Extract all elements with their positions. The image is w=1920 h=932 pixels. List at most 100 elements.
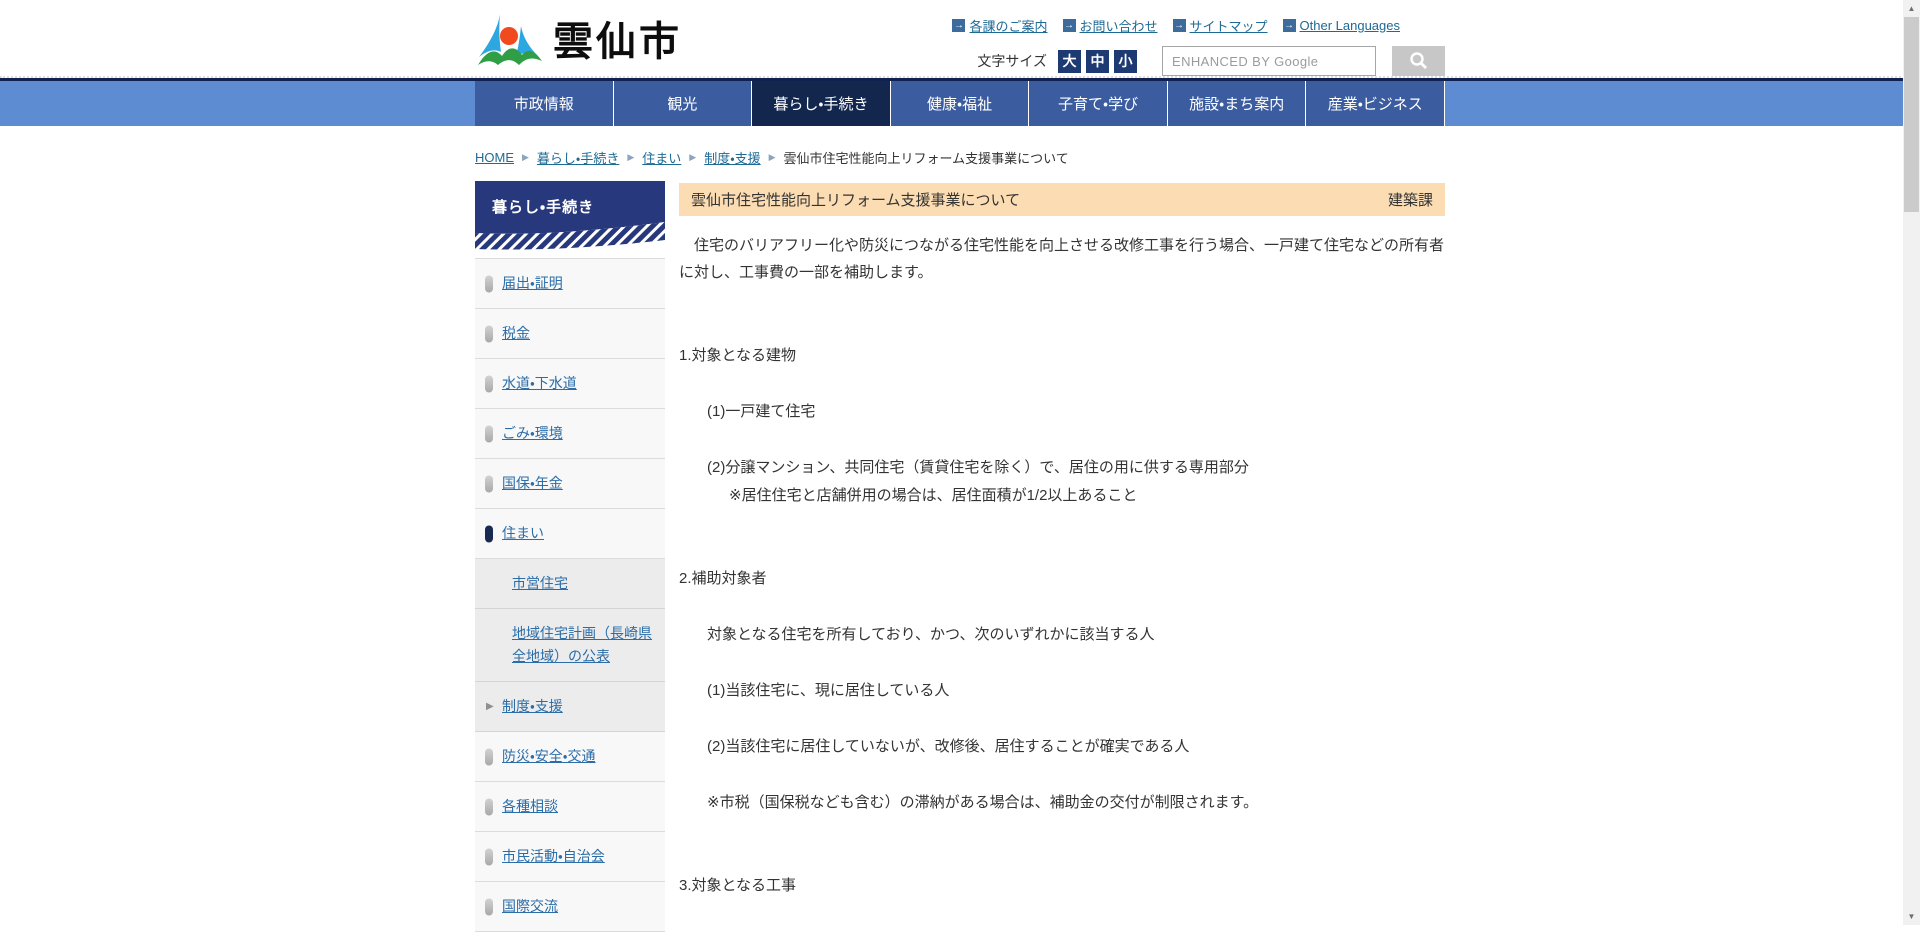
font-size-small-button[interactable]: 小 <box>1114 50 1137 73</box>
utility-link[interactable]: → サイトマップ <box>1173 16 1268 35</box>
sidebar-item[interactable]: ごみ・環境 <box>475 409 665 459</box>
content-line: (1)当該住宅に、現に居住している人 <box>679 677 1445 704</box>
utility-links: → 各課のご案内 → お問い合わせ → サイトマップ → Other Languages <box>952 16 1400 35</box>
global-nav: 市政情報観光暮らし・手続き健康・福祉子育て・学び施設・まち案内産業・ビジネス <box>0 78 1920 126</box>
global-nav-item[interactable]: 産業・ビジネス <box>1306 81 1445 126</box>
sidebar-menu: 届出・証明税金水道・下水道ごみ・環境国保・年金住まい市営住宅地域住宅計画（長崎県… <box>475 258 665 932</box>
bullet-marker-icon <box>485 525 493 542</box>
sidebar-item-label[interactable]: 防災・安全・交通 <box>502 748 596 764</box>
arrow-square-icon: → <box>1063 19 1076 32</box>
bullet-marker-icon <box>485 325 493 342</box>
section-heading: 3.対象となる工事 <box>679 872 1445 899</box>
breadcrumb-separator-icon: ▶ <box>522 152 529 163</box>
sidebar-item-label[interactable]: 税金 <box>502 325 530 341</box>
content-line: (1)一戸建て住宅 <box>679 398 1445 425</box>
breadcrumb-link[interactable]: 制度・支援 <box>704 148 760 167</box>
utility-link[interactable]: → 各課のご案内 <box>952 16 1047 35</box>
sidebar-item-label[interactable]: ごみ・環境 <box>502 425 563 441</box>
sidebar-item[interactable]: 届出・証明 <box>475 259 665 309</box>
site-title: 雲仙市 <box>553 22 682 62</box>
section-heading: 2.補助対象者 <box>679 565 1445 592</box>
page-title: 雲仙市住宅性能向上リフォーム支援事業について <box>691 189 1020 210</box>
sidebar-item[interactable]: 税金 <box>475 309 665 359</box>
global-nav-item[interactable]: 子育て・学び <box>1029 81 1168 126</box>
sidebar-item-label[interactable]: 国際交流 <box>502 898 558 914</box>
page-heading-bar: 雲仙市住宅性能向上リフォーム支援事業について 建築課 <box>679 183 1445 216</box>
sidebar-header: 暮らし・手続き <box>475 181 665 251</box>
section-heading: 1.対象となる建物 <box>679 342 1445 369</box>
utility-link[interactable]: → Other Languages <box>1283 18 1400 33</box>
bullet-marker-icon <box>485 798 493 815</box>
arrow-square-icon: → <box>952 19 965 32</box>
chevron-right-icon: ▶ <box>486 702 494 712</box>
font-size-medium-button[interactable]: 中 <box>1086 50 1109 73</box>
breadcrumb-current: 雲仙市住宅性能向上リフォーム支援事業について <box>784 148 1069 167</box>
sidebar-item[interactable]: 水道・下水道 <box>475 359 665 409</box>
sidebar-item-label[interactable]: 届出・証明 <box>502 275 563 291</box>
sidebar-item[interactable]: 地域住宅計画（長崎県全地域）の公表 <box>475 609 665 682</box>
breadcrumb: HOME ▶ 暮らし・手続き ▶ 住まい ▶ 制度・支援 ▶ 雲仙市住宅性能向上リフォーム支援事… <box>475 126 1445 181</box>
sidebar-item[interactable]: ▶ 制度・支援 <box>475 682 665 732</box>
vertical-scrollbar[interactable]: ▲ ▼ <box>1903 0 1920 925</box>
utility-link[interactable]: → お問い合わせ <box>1063 16 1158 35</box>
bullet-marker-icon <box>485 425 493 442</box>
breadcrumb-link[interactable]: 住まい <box>642 148 681 167</box>
magnifier-icon <box>1408 50 1430 72</box>
content-line: (2)分譲マンション、共同住宅（賃貸住宅を除く）で、居住の用に供する専用部分 <box>679 454 1445 481</box>
bullet-marker-icon <box>485 748 493 765</box>
utility-link-label: サイトマップ <box>1190 16 1268 35</box>
content-line: (2)当該住宅に居住していないが、改修後、居住することが確実である人 <box>679 733 1445 760</box>
search-input[interactable] <box>1162 46 1376 76</box>
utility-link-label: お問い合わせ <box>1080 16 1158 35</box>
breadcrumb-link[interactable]: 暮らし・手続き <box>537 148 619 167</box>
sidebar-item[interactable]: 国保・年金 <box>475 459 665 509</box>
sidebar-item-label[interactable]: 市営住宅 <box>512 575 568 591</box>
breadcrumb-link[interactable]: HOME <box>475 150 514 165</box>
sidebar-item-label[interactable]: 国保・年金 <box>502 475 563 491</box>
breadcrumb-separator-icon: ▶ <box>689 152 696 163</box>
global-nav-item[interactable]: 観光 <box>614 81 753 126</box>
font-size-large-button[interactable]: 大 <box>1058 50 1081 73</box>
global-nav-item[interactable]: 施設・まち案内 <box>1168 81 1307 126</box>
utility-link-label: Other Languages <box>1300 18 1400 33</box>
sidebar-title: 暮らし・手続き <box>492 196 594 217</box>
department-label: 建築課 <box>1388 189 1433 210</box>
sidebar-item[interactable]: 防災・安全・交通 <box>475 732 665 782</box>
content-line: ※市税（国保税なども含む）の滞納がある場合は、補助金の交付が制限されます。 <box>679 789 1445 816</box>
bullet-marker-icon <box>485 375 493 392</box>
site-logo[interactable]: 雲仙市 <box>475 12 682 72</box>
sidebar-item[interactable]: 住まい <box>475 509 665 559</box>
global-nav-item[interactable]: 暮らし・手続き <box>752 81 891 126</box>
sidebar-item-label[interactable]: 住まい <box>502 525 544 541</box>
arrow-square-icon: → <box>1283 19 1296 32</box>
bullet-marker-icon <box>485 898 493 915</box>
search-button[interactable] <box>1392 46 1445 76</box>
bullet-marker-icon <box>485 848 493 865</box>
arrow-square-icon: → <box>1173 19 1186 32</box>
sidebar-item[interactable]: 市民活動・自治会 <box>475 832 665 882</box>
sidebar-item-label[interactable]: 各種相談 <box>502 798 558 814</box>
scroll-up-icon[interactable]: ▲ <box>1903 0 1920 17</box>
scrollbar-thumb[interactable] <box>1904 17 1919 212</box>
sidebar-item-label[interactable]: 制度・支援 <box>502 698 563 714</box>
sidebar-item-label[interactable]: 水道・下水道 <box>502 375 577 391</box>
global-nav-item[interactable]: 市政情報 <box>475 81 614 126</box>
intro-paragraph: 住宅のバリアフリー化や防災につながる住宅性能を向上させる改修工事を行う場合、一戸… <box>679 232 1445 286</box>
site-header: 雲仙市 → 各課のご案内 → お問い合わせ → サイトマップ → Other Language… <box>0 0 1920 78</box>
main-content: 雲仙市住宅性能向上リフォーム支援事業について 建築課 住宅のバリアフリー化や防災… <box>679 181 1445 899</box>
global-nav-item[interactable]: 健康・福祉 <box>891 81 1030 126</box>
sidebar-item[interactable]: 市営住宅 <box>475 559 665 609</box>
breadcrumb-separator-icon: ▶ <box>769 152 776 163</box>
sidebar-item-label[interactable]: 地域住宅計画（長崎県全地域）の公表 <box>512 625 652 664</box>
bullet-marker-icon <box>485 275 493 292</box>
utility-link-label: 各課のご案内 <box>969 16 1047 35</box>
sidebar: 暮らし・手続き 届出・証明税金水道・下水道ごみ・環境国保・年金住まい市営住宅地域… <box>475 181 665 932</box>
font-size-buttons: 大中小 <box>1053 50 1137 73</box>
scroll-down-icon[interactable]: ▼ <box>1903 908 1920 925</box>
sidebar-item[interactable]: 各種相談 <box>475 782 665 832</box>
sidebar-item-label[interactable]: 市民活動・自治会 <box>502 848 605 864</box>
breadcrumb-separator-icon: ▶ <box>627 152 634 163</box>
content-sections: 1.対象となる建物 (1)一戸建て住宅 (2)分譲マンション、共同住宅（賃貸住宅を除… <box>679 342 1445 899</box>
bullet-marker-icon <box>485 475 493 492</box>
unzen-city-logo-icon <box>475 12 545 72</box>
